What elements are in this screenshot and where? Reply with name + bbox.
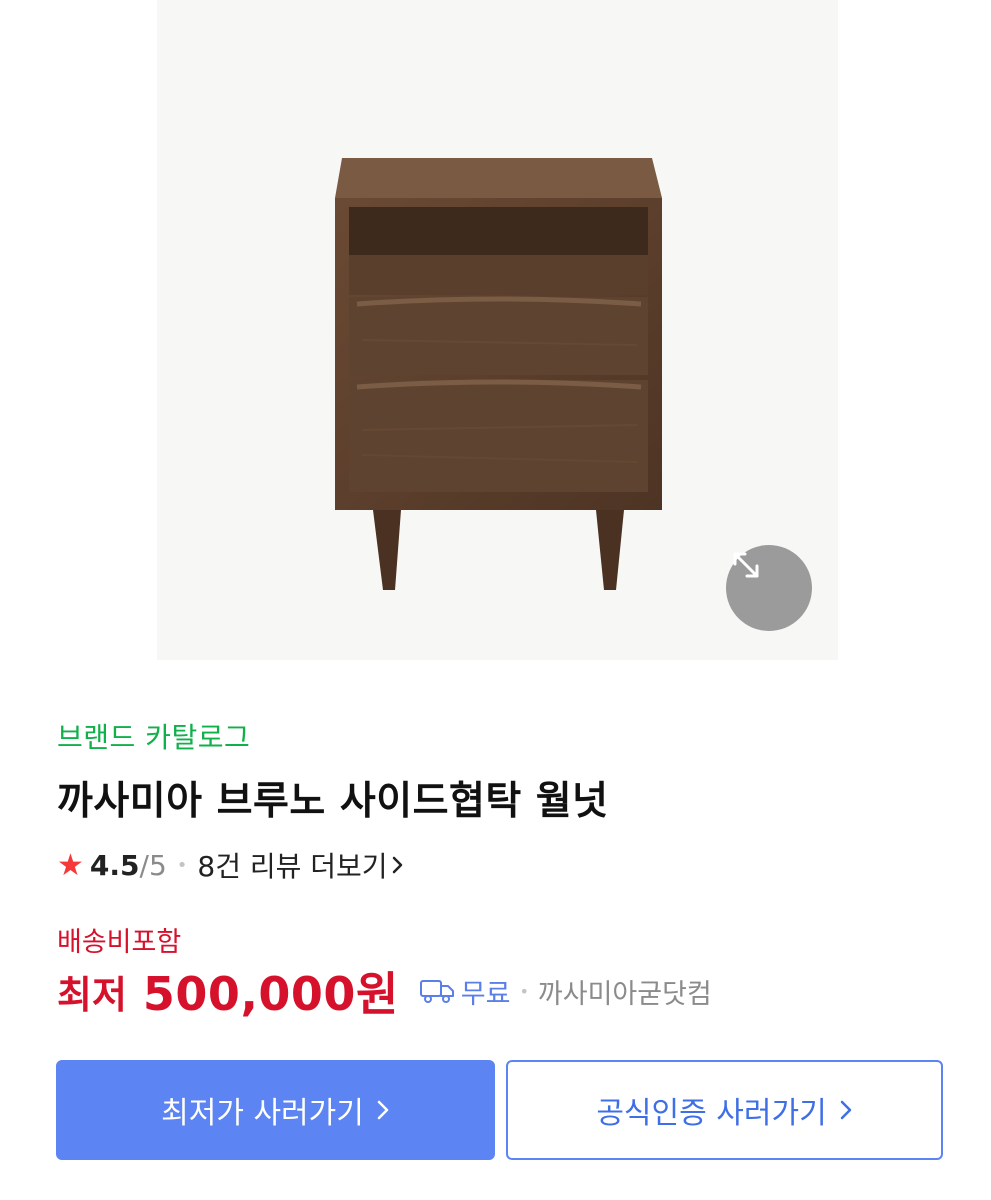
expand-arrows-icon <box>733 552 759 578</box>
rating-max: /5 <box>139 848 167 882</box>
shipping-fee: 무료 <box>460 978 511 1010</box>
price-row: 최저 500,000원 무료 • 까사미아굳닷컴 <box>57 960 712 1022</box>
seller-name: 까사미아굳닷컴 <box>537 978 712 1010</box>
zoom-button[interactable] <box>726 545 812 631</box>
official-buy-label: 공식인증 사러가기 <box>596 1096 827 1131</box>
rating-row: ★ 4.5 /5 • 8건 리뷰 더보기 <box>57 845 404 885</box>
shipping-info: 무료 • 까사미아굳닷컴 <box>419 972 712 1011</box>
brand-catalog-link[interactable]: 브랜드 카탈로그 <box>57 716 250 756</box>
chevron-right-icon <box>840 1100 851 1120</box>
reviews-link-label: 8건 리뷰 더보기 <box>197 850 388 883</box>
star-icon: ★ <box>57 847 84 883</box>
lowest-price-buy-button[interactable]: 최저가 사러가기 <box>56 1060 495 1160</box>
product-image[interactable] <box>157 0 838 660</box>
truck-icon <box>419 980 454 1003</box>
price-label: 최저 <box>57 972 127 1017</box>
separator-dot: • <box>176 854 188 876</box>
official-buy-button[interactable]: 공식인증 사러가기 <box>506 1060 943 1160</box>
separator-dot: • <box>519 981 529 1001</box>
price-value: 500,000원 <box>142 967 399 1021</box>
chevron-right-icon <box>392 856 402 874</box>
shipping-included-label: 배송비포함 <box>57 927 182 958</box>
lowest-price-buy-label: 최저가 사러가기 <box>161 1096 364 1131</box>
product-title: 까사미아 브루노 사이드협탁 월넛 <box>57 779 609 824</box>
rating-score: 4.5 <box>89 848 140 882</box>
reviews-link[interactable]: 8건 리뷰 더보기 <box>197 845 403 885</box>
chevron-right-icon <box>377 1100 389 1120</box>
